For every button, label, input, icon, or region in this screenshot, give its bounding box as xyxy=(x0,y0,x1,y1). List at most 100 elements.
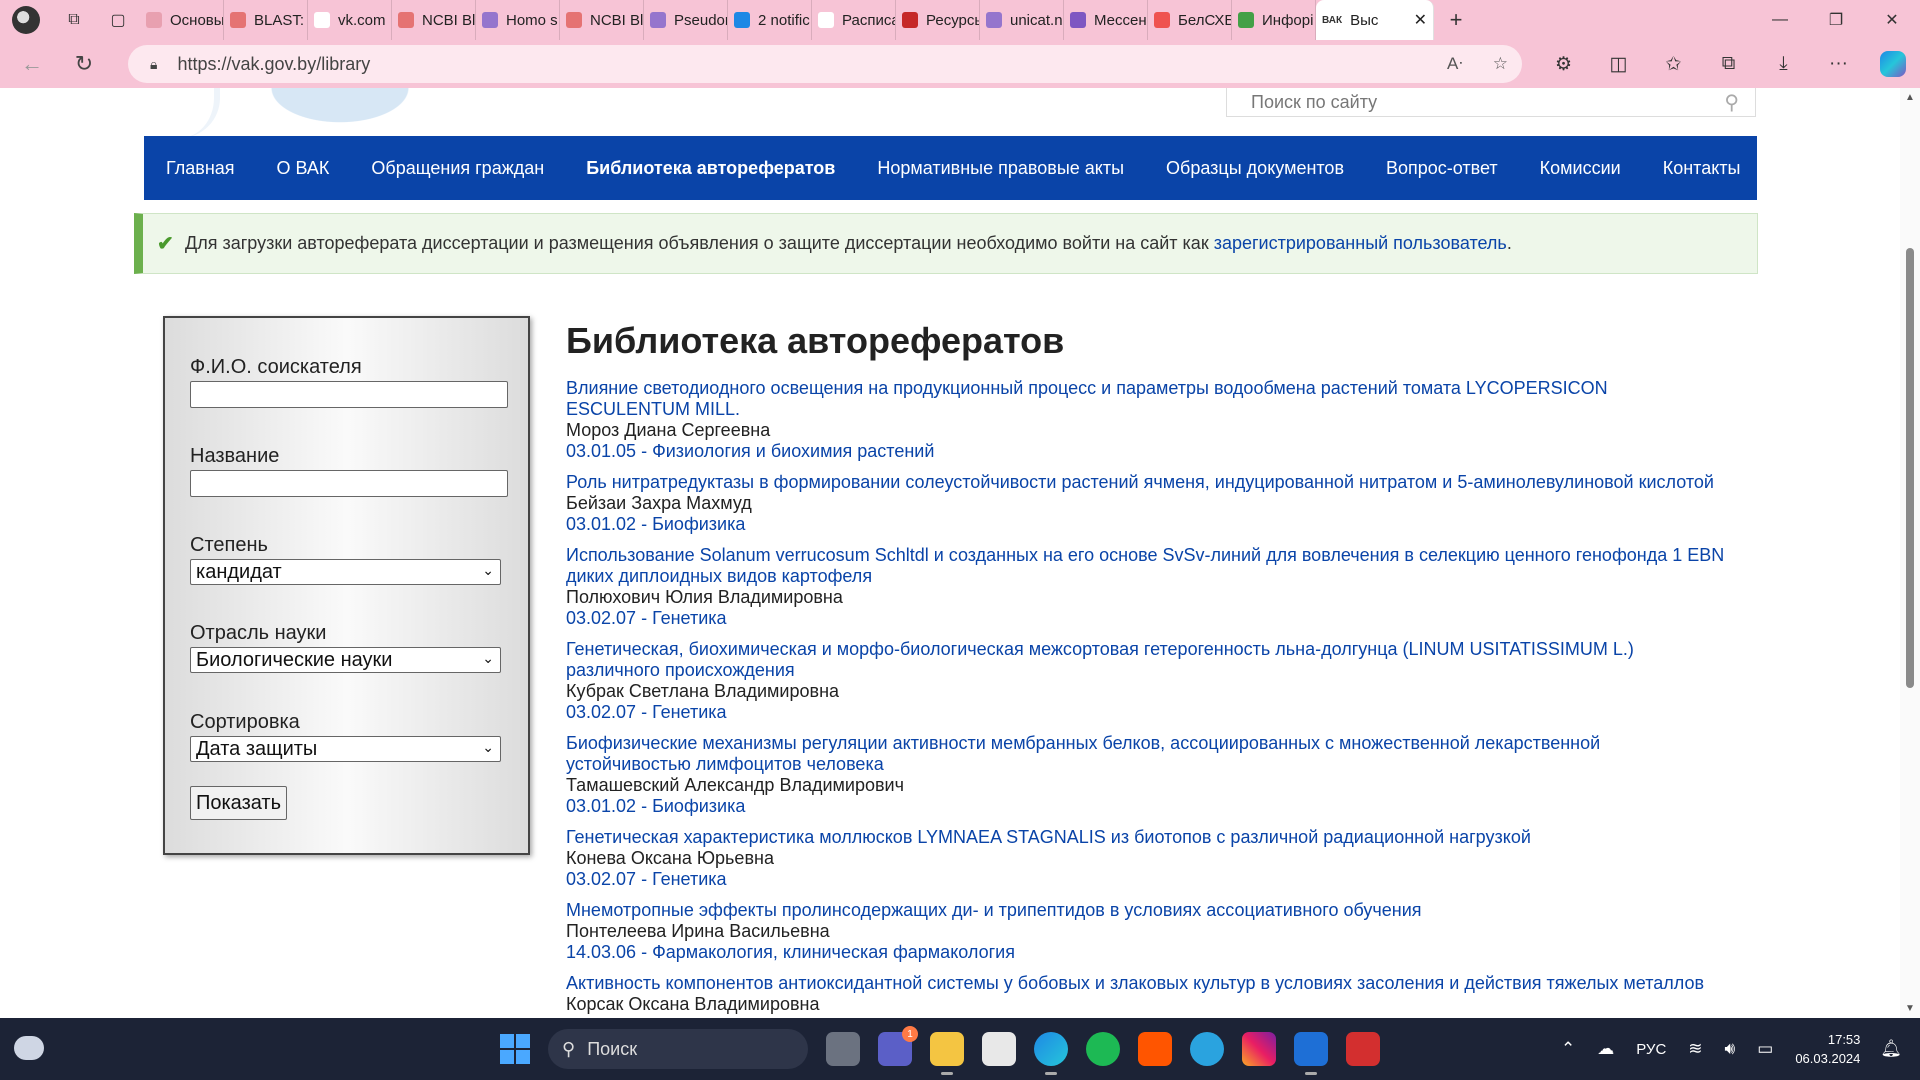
favorites-icon[interactable]: ✩ xyxy=(1646,40,1701,88)
page-scrollbar[interactable]: ▲ ▼ xyxy=(1900,88,1920,1018)
browser-tab[interactable]: Pseudor xyxy=(644,0,728,40)
clock[interactable]: 17:53 06.03.2024 xyxy=(1795,1030,1860,1068)
abstract-title-link[interactable]: Биофизические механизмы регуляции активн… xyxy=(566,733,1726,775)
battery-icon[interactable]: ▭ xyxy=(1757,1039,1773,1059)
browser-tab[interactable]: Ресурсы xyxy=(896,0,980,40)
back-button[interactable]: ← xyxy=(6,40,58,88)
tab-active[interactable]: ВАК Выс ✕ xyxy=(1316,0,1434,40)
field-select[interactable]: Биологические науки ⌄ xyxy=(190,647,501,673)
browser-tab[interactable]: Расписа xyxy=(812,0,896,40)
new-tab-button[interactable]: + xyxy=(1434,0,1478,40)
copilot-icon[interactable] xyxy=(1880,51,1906,77)
scroll-up-icon[interactable]: ▲ xyxy=(1905,92,1915,103)
browser-tab[interactable]: vk.com xyxy=(308,0,392,40)
specialty-link[interactable]: 03.02.07 - Генетика xyxy=(566,608,1726,629)
store-icon[interactable] xyxy=(982,1032,1016,1066)
collections-icon[interactable]: ⧉ xyxy=(1701,40,1756,88)
menu-item[interactable]: Комиссии xyxy=(1540,158,1621,179)
browser-tab[interactable]: Homo s xyxy=(476,0,560,40)
menu-item[interactable]: О ВАК xyxy=(277,158,330,179)
tab-actions-icon[interactable]: ▢ xyxy=(96,0,140,40)
browser-tab[interactable]: NCBI Bl xyxy=(560,0,644,40)
browser-tab[interactable]: Инфорі xyxy=(1232,0,1316,40)
onedrive-icon[interactable]: ☁︎ xyxy=(1597,1039,1614,1059)
list-item: Генетическая характеристика моллюсков LY… xyxy=(566,827,1726,890)
search-icon[interactable]: ⚲ xyxy=(1724,90,1739,115)
scroll-down-icon[interactable]: ▼ xyxy=(1905,1003,1915,1014)
split-screen-icon[interactable]: ◫ xyxy=(1591,40,1646,88)
wifi-icon[interactable]: ≋ xyxy=(1688,1039,1702,1059)
menu-item[interactable]: Нормативные правовые акты xyxy=(877,158,1124,179)
spotify-icon[interactable] xyxy=(1086,1032,1120,1066)
weather-icon[interactable] xyxy=(14,1036,44,1060)
volume-icon[interactable]: 🔊︎ xyxy=(1725,1039,1736,1059)
specialty-link[interactable]: 03.01.02 - Биофизика xyxy=(566,514,1726,535)
close-tab-icon[interactable]: ✕ xyxy=(1414,10,1427,30)
extensions-icon[interactable]: ⚙︎ xyxy=(1536,40,1591,88)
notification-badge: 1 xyxy=(902,1026,918,1042)
list-item: Роль нитратредуктазы в формировании соле… xyxy=(566,472,1726,535)
anydesk-icon[interactable] xyxy=(1346,1032,1380,1066)
menu-item[interactable]: Контакты xyxy=(1663,158,1741,179)
app-icon[interactable] xyxy=(1294,1032,1328,1075)
task-view-icon[interactable] xyxy=(826,1032,860,1066)
menu-item[interactable]: Обращения граждан xyxy=(371,158,544,179)
abstract-title-link[interactable]: Активность компонентов антиоксидантной с… xyxy=(566,973,1726,994)
lock-icon[interactable]: 🔒︎ xyxy=(150,56,157,73)
restore-button[interactable]: ❐ xyxy=(1808,0,1864,40)
browser-tab[interactable]: 2 notific xyxy=(728,0,812,40)
abstract-title-link[interactable]: Генетическая характеристика моллюсков LY… xyxy=(566,827,1726,848)
fio-label: Ф.И.О. соискателя xyxy=(190,356,362,378)
scroll-thumb[interactable] xyxy=(1906,248,1914,688)
abstract-title-link[interactable]: Использование Solanum verrucosum Schltdl… xyxy=(566,545,1726,587)
address-bar[interactable]: 🔒︎ https://vak.gov.by/library Aᐧ ☆ xyxy=(128,45,1522,83)
teams-icon[interactable]: 1 xyxy=(878,1026,918,1066)
read-aloud-icon[interactable]: Aᐧ xyxy=(1447,54,1463,74)
taskbar-search[interactable]: ⚲ Поиск xyxy=(548,1029,808,1069)
menu-item[interactable]: Главная xyxy=(166,158,235,179)
more-menu-icon[interactable]: ··· xyxy=(1811,40,1866,88)
notifications-icon[interactable]: 🔔︎ xyxy=(1880,1039,1902,1059)
abstract-title-link[interactable]: Роль нитратредуктазы в формировании соле… xyxy=(566,472,1726,493)
telegram-icon[interactable] xyxy=(1190,1032,1224,1066)
soundcloud-icon[interactable] xyxy=(1138,1032,1172,1066)
favorite-star-icon[interactable]: ☆ xyxy=(1493,54,1508,74)
minimize-button[interactable]: — xyxy=(1752,0,1808,40)
reload-button[interactable]: ↻ xyxy=(58,40,110,88)
browser-tab[interactable]: Мессен xyxy=(1064,0,1148,40)
specialty-link[interactable]: 03.01.05 - Физиология и биохимия растени… xyxy=(566,441,1726,462)
abstract-title-link[interactable]: Генетическая, биохимическая и морфо-биол… xyxy=(566,639,1726,681)
profile-button[interactable] xyxy=(0,0,52,40)
specialty-link[interactable]: 03.02.07 - Генетика xyxy=(566,869,1726,890)
workspaces-icon[interactable]: ⧉ xyxy=(52,0,96,40)
specialty-link[interactable]: 14.03.06 - Фармакология, клиническая фар… xyxy=(566,942,1726,963)
browser-tab[interactable]: NCBI Bl xyxy=(392,0,476,40)
browser-tab[interactable]: Основы xyxy=(140,0,224,40)
menu-item[interactable]: Образцы документов xyxy=(1166,158,1344,179)
specialty-link[interactable]: 03.01.02 - Биофизика xyxy=(566,796,1726,817)
site-search-input[interactable]: Поиск по сайту ⚲ xyxy=(1226,88,1756,117)
downloads-icon[interactable]: ⤓ xyxy=(1756,40,1811,88)
degree-select[interactable]: кандидат ⌄ xyxy=(190,559,501,585)
language-indicator[interactable]: РУС xyxy=(1636,1041,1666,1058)
chevron-up-icon[interactable]: ⌃ xyxy=(1561,1039,1575,1059)
edge-browser-icon[interactable] xyxy=(1034,1032,1068,1075)
specialty-link[interactable]: 03.02.07 - Генетика xyxy=(566,702,1726,723)
abstract-title-link[interactable]: Влияние светодиодного освещения на проду… xyxy=(566,378,1726,420)
file-explorer-icon[interactable] xyxy=(930,1032,964,1075)
register-link[interactable]: зарегистрированный пользователь xyxy=(1214,233,1507,254)
fio-input[interactable] xyxy=(190,381,508,408)
browser-tab[interactable]: unicat.n xyxy=(980,0,1064,40)
abstract-title-link[interactable]: Мнемотропные эффекты пролинсодержащих ди… xyxy=(566,900,1726,921)
sort-select[interactable]: Дата защиты ⌄ xyxy=(190,736,501,762)
toolbar-buttons: ⚙︎ ◫ ✩ ⧉ ⤓ ··· xyxy=(1536,40,1920,88)
menu-item[interactable]: Вопрос-ответ xyxy=(1386,158,1498,179)
title-input[interactable] xyxy=(190,470,508,497)
close-window-button[interactable]: ✕ xyxy=(1864,0,1920,40)
browser-tab[interactable]: BLAST: B xyxy=(224,0,308,40)
instagram-icon[interactable] xyxy=(1242,1032,1276,1066)
start-button[interactable] xyxy=(500,1034,530,1064)
menu-item[interactable]: Библиотека авторефератов xyxy=(586,158,835,179)
browser-tab[interactable]: БелСХБ xyxy=(1148,0,1232,40)
show-button[interactable]: Показать xyxy=(190,786,287,820)
